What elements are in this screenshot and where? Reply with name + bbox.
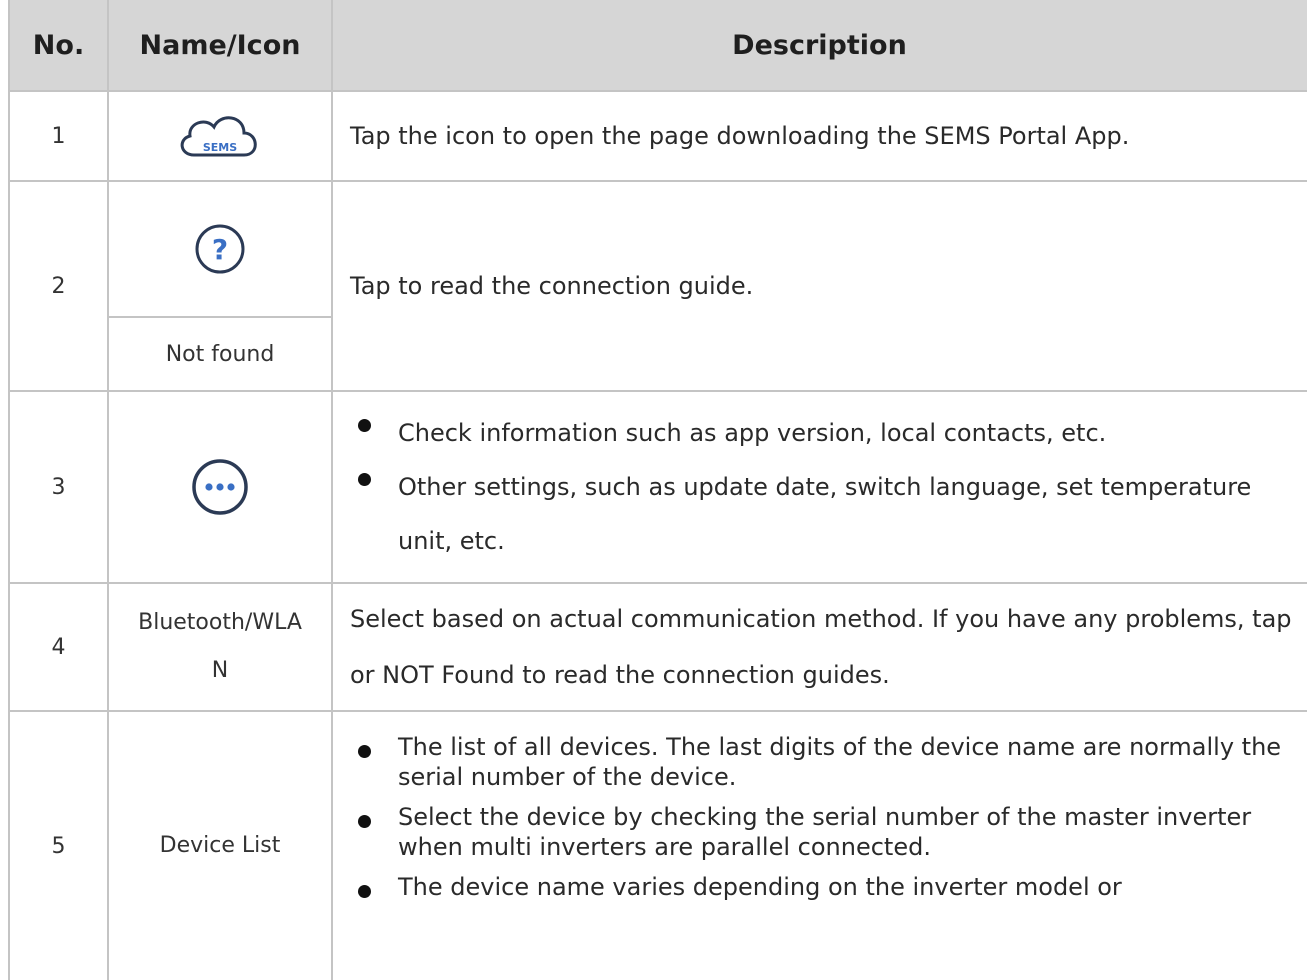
row-number: 4: [51, 634, 66, 660]
row-description: Tap to read the connection guide.: [350, 272, 754, 300]
list-item: Other settings, such as update date, swi…: [350, 460, 1295, 568]
table-row: 5 Device List The list of all devices. T…: [9, 712, 1307, 980]
sems-icon-label: SEMS: [203, 141, 237, 154]
row-number: 5: [51, 833, 66, 859]
table-row: 4 Bluetooth/WLAN Select based on actual …: [9, 584, 1307, 712]
row-name: Bluetooth/WLAN: [138, 610, 302, 683]
table-row: 2 ? Not found Tap to read the connection…: [9, 182, 1307, 392]
row-number: 2: [51, 273, 66, 299]
list-item: The device name varies depending on the …: [350, 872, 1295, 902]
help-question-icon: ?: [195, 224, 245, 274]
header-name-icon: Name/Icon: [139, 29, 301, 61]
row-name: Device List: [159, 833, 281, 858]
not-found-label: Not found: [165, 342, 275, 367]
description-table: No. Name/Icon Description 1 SEMS Tap the…: [8, 0, 1307, 980]
list-item: Check information such as app version, l…: [350, 406, 1295, 460]
table-header: No. Name/Icon Description: [9, 0, 1307, 92]
table-row: 1 SEMS Tap the icon to open the page dow…: [9, 92, 1307, 182]
header-description: Description: [732, 29, 907, 61]
list-item: The list of all devices. The last digits…: [350, 732, 1295, 792]
list-item: Select the device by checking the serial…: [350, 802, 1295, 862]
row-bullet-list: The list of all devices. The last digits…: [350, 732, 1295, 912]
question-mark: ?: [212, 233, 228, 266]
table-row: 3 Check information such as app version,…: [9, 392, 1307, 584]
row-description: Tap the icon to open the page downloadin…: [350, 122, 1130, 150]
row-number: 1: [51, 123, 66, 149]
row-bullet-list: Check information such as app version, l…: [350, 406, 1295, 568]
header-no: No.: [32, 29, 85, 61]
row-description: Select based on actual communication met…: [350, 605, 1292, 689]
row-number: 3: [51, 474, 66, 500]
more-options-icon: [192, 459, 248, 515]
sems-cloud-icon: SEMS: [180, 116, 257, 157]
